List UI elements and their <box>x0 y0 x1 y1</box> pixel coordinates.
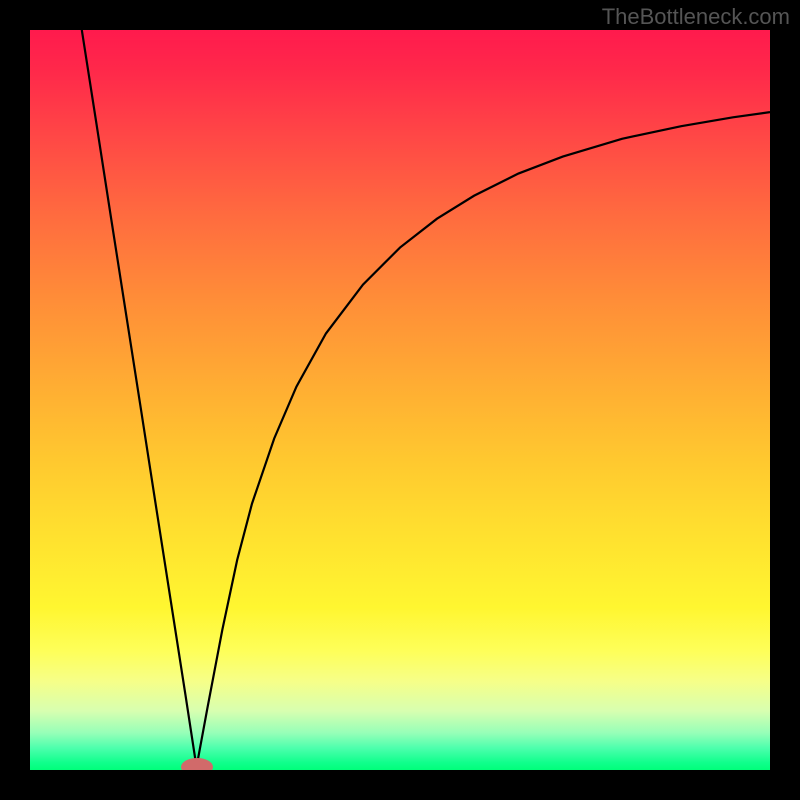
chart-curves <box>30 30 770 770</box>
curve-right-segment <box>197 112 771 767</box>
plot-area <box>30 30 770 770</box>
minimum-marker <box>181 758 213 770</box>
curve-left-segment <box>82 30 197 767</box>
watermark: TheBottleneck.com <box>602 4 790 30</box>
